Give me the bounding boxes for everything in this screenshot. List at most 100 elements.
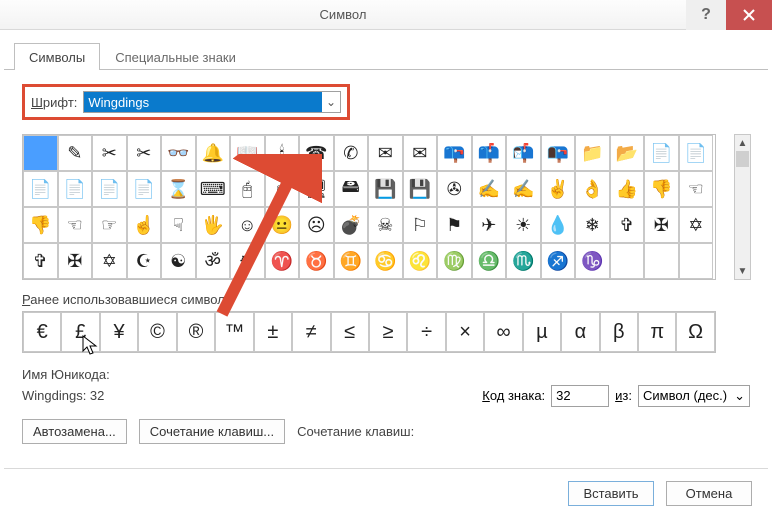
symbol-cell[interactable]: 📭 xyxy=(541,135,576,171)
symbol-cell[interactable]: 💧 xyxy=(541,207,576,243)
symbol-cell[interactable]: ✈ xyxy=(472,207,507,243)
close-button[interactable] xyxy=(726,0,772,30)
symbol-cell[interactable]: ✉ xyxy=(368,135,403,171)
symbol-cell[interactable]: ❄ xyxy=(575,207,610,243)
scroll-up-icon[interactable]: ▲ xyxy=(735,135,750,151)
symbol-cell[interactable] xyxy=(23,135,58,171)
symbol-cell[interactable]: ✂ xyxy=(127,135,162,171)
symbol-cell[interactable]: 📄 xyxy=(58,171,93,207)
cancel-button[interactable]: Отмена xyxy=(666,481,752,506)
symbol-cell[interactable]: ☎ xyxy=(299,135,334,171)
symbol-cell[interactable]: 👎 xyxy=(644,171,679,207)
symbol-cell[interactable]: 📫 xyxy=(472,135,507,171)
recent-symbol-cell[interactable]: µ xyxy=(523,312,561,352)
symbol-cell[interactable]: 👌 xyxy=(575,171,610,207)
recent-symbol-cell[interactable]: € xyxy=(23,312,61,352)
symbol-cell[interactable]: 📄 xyxy=(92,171,127,207)
font-select[interactable]: Wingdings ⌄ xyxy=(83,91,341,113)
symbol-cell[interactable]: ♋ xyxy=(368,243,403,279)
recent-symbol-cell[interactable]: β xyxy=(600,312,638,352)
symbol-cell[interactable]: 📄 xyxy=(679,135,714,171)
recent-symbol-cell[interactable]: Ω xyxy=(676,312,714,352)
code-input[interactable] xyxy=(551,385,609,407)
symbol-cell[interactable]: ♌ xyxy=(403,243,438,279)
symbol-cell[interactable]: ☸ xyxy=(230,243,265,279)
help-button[interactable]: ? xyxy=(686,0,726,30)
symbol-cell[interactable]: ☀ xyxy=(506,207,541,243)
symbol-cell[interactable] xyxy=(610,243,645,279)
symbol-cell[interactable]: ✡ xyxy=(679,207,714,243)
recent-symbol-cell[interactable]: ≥ xyxy=(369,312,407,352)
recent-symbol-cell[interactable]: ¥ xyxy=(100,312,138,352)
symbol-cell[interactable]: ⚑ xyxy=(437,207,472,243)
symbol-cell[interactable]: 📄 xyxy=(23,171,58,207)
symbol-cell[interactable]: ☜ xyxy=(679,171,714,207)
recent-symbol-cell[interactable]: π xyxy=(638,312,676,352)
symbol-cell[interactable]: ✆ xyxy=(334,135,369,171)
autocorrect-button[interactable]: Автозамена... xyxy=(22,419,127,444)
tab-symbols[interactable]: Символы xyxy=(14,43,100,70)
recent-symbol-cell[interactable]: ≤ xyxy=(331,312,369,352)
recent-symbol-cell[interactable]: × xyxy=(446,312,484,352)
symbol-cell[interactable]: ♎ xyxy=(472,243,507,279)
symbol-cell[interactable]: ♉ xyxy=(299,243,334,279)
symbol-cell[interactable]: 💾 xyxy=(403,171,438,207)
symbol-cell[interactable]: ☠ xyxy=(368,207,403,243)
recent-symbol-cell[interactable]: ∞ xyxy=(484,312,522,352)
recent-symbol-cell[interactable]: ® xyxy=(177,312,215,352)
recent-symbol-cell[interactable]: © xyxy=(138,312,176,352)
symbol-cell[interactable]: ☪ xyxy=(127,243,162,279)
symbol-cell[interactable] xyxy=(679,243,714,279)
symbol-cell[interactable]: 📄 xyxy=(127,171,162,207)
symbol-cell[interactable]: ॐ xyxy=(196,243,231,279)
symbol-cell[interactable]: 📂 xyxy=(610,135,645,171)
grid-scrollbar[interactable]: ▲ ▼ xyxy=(734,134,751,280)
symbol-cell[interactable]: 🕯 xyxy=(265,135,300,171)
symbol-cell[interactable]: 👎 xyxy=(23,207,58,243)
symbol-cell[interactable]: ☹ xyxy=(299,207,334,243)
symbol-cell[interactable]: ✌ xyxy=(541,171,576,207)
scroll-down-icon[interactable]: ▼ xyxy=(735,263,750,279)
symbol-cell[interactable]: ✠ xyxy=(644,207,679,243)
symbol-cell[interactable]: 📄 xyxy=(644,135,679,171)
recent-symbol-cell[interactable]: ÷ xyxy=(407,312,445,352)
shortcut-button[interactable]: Сочетание клавиш... xyxy=(139,419,285,444)
scroll-thumb[interactable] xyxy=(736,151,749,167)
symbol-cell[interactable]: ⌨ xyxy=(196,171,231,207)
symbol-cell[interactable]: 🖴 xyxy=(334,171,369,207)
symbol-cell[interactable] xyxy=(644,243,679,279)
symbol-cell[interactable]: ✞ xyxy=(23,243,58,279)
symbol-cell[interactable]: ✇ xyxy=(437,171,472,207)
symbol-cell[interactable]: 💣 xyxy=(334,207,369,243)
symbol-cell[interactable]: ✍ xyxy=(472,171,507,207)
symbol-cell[interactable]: ✎ xyxy=(58,135,93,171)
symbol-cell[interactable]: ✉ xyxy=(403,135,438,171)
symbol-cell[interactable]: 🖐 xyxy=(196,207,231,243)
symbol-cell[interactable]: ✡ xyxy=(92,243,127,279)
symbol-cell[interactable]: 😐 xyxy=(265,207,300,243)
symbol-cell[interactable]: 📖 xyxy=(230,135,265,171)
symbol-cell[interactable]: ✠ xyxy=(58,243,93,279)
symbol-cell[interactable]: 💾 xyxy=(368,171,403,207)
symbol-cell[interactable]: ⚐ xyxy=(403,207,438,243)
from-select[interactable]: Символ (дес.) ⌄ xyxy=(638,385,750,407)
symbol-cell[interactable]: 🔔 xyxy=(196,135,231,171)
recent-symbol-cell[interactable]: ± xyxy=(254,312,292,352)
symbol-cell[interactable]: 👓 xyxy=(161,135,196,171)
symbol-cell[interactable]: 👍 xyxy=(610,171,645,207)
tab-special-chars[interactable]: Специальные знаки xyxy=(100,43,251,70)
insert-button[interactable]: Вставить xyxy=(568,481,654,506)
symbol-cell[interactable]: ☺ xyxy=(230,207,265,243)
symbol-cell[interactable]: 📬 xyxy=(506,135,541,171)
symbol-cell[interactable]: ♊ xyxy=(334,243,369,279)
symbol-cell[interactable]: ☟ xyxy=(161,207,196,243)
symbol-cell[interactable]: ✞ xyxy=(610,207,645,243)
recent-grid[interactable]: €£¥©®™±≠≤≥÷×∞µαβπΩ xyxy=(22,311,716,353)
symbol-cell[interactable]: 🖥 xyxy=(299,171,334,207)
symbol-grid[interactable]: ✎✂✂👓🔔📖🕯☎✆✉✉📪📫📬📭📁📂📄📄📄📄📄📄⌛⌨🖰🖰🖥🖴💾💾✇✍✍✌👌👍👎☜👎… xyxy=(22,134,716,280)
recent-symbol-cell[interactable]: α xyxy=(561,312,599,352)
symbol-cell[interactable]: ♈ xyxy=(265,243,300,279)
symbol-cell[interactable]: 📁 xyxy=(575,135,610,171)
symbol-cell[interactable]: ☯ xyxy=(161,243,196,279)
symbol-cell[interactable]: ♏ xyxy=(506,243,541,279)
